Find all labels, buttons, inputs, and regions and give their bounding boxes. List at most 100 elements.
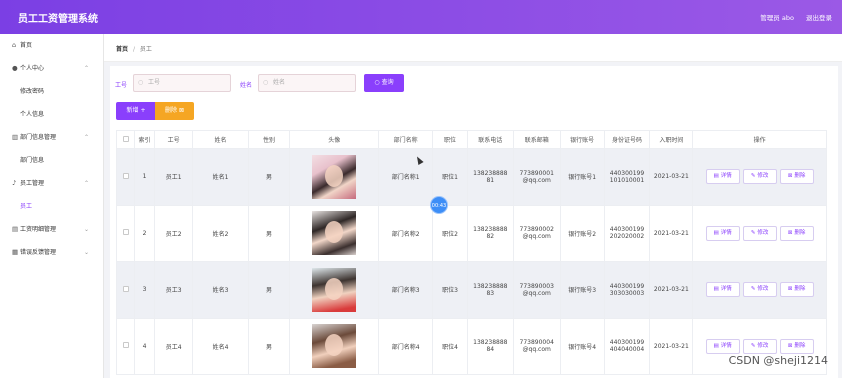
user-icon: ● [12,64,18,72]
column-header: 部门名称 [378,130,434,149]
email-cell-line1: 773890001 [519,169,554,177]
detail-button[interactable]: ▤ 详情 [705,338,740,354]
sidebar-item-1[interactable]: ● 个人中心 ⌃ [0,57,103,80]
phone-cell-line2: 82 [486,233,495,241]
row-checkbox[interactable] [122,342,129,349]
edit-button[interactable]: ✎ 修改 [742,225,777,241]
email-cell: 773890003 @qq.com [512,261,561,319]
trash-icon: ⊠ [787,342,793,349]
sidebar-item-5[interactable]: 部门信息 [0,149,103,172]
trash-icon: ⊠ [787,229,793,236]
sidebar-item-9[interactable]: ▦ 错误反馈管理 ⌄ [0,241,103,264]
sidebar-item-4[interactable]: ▥ 部门信息管理 ⌃ [0,126,103,149]
edit-button-label: 修改 [757,286,769,293]
detail-button-label: 详情 [720,286,732,293]
sidebar-item-label: 个人中心 [20,65,45,72]
avatar[interactable] [312,154,357,199]
chart-icon: ▥ [12,133,19,141]
sidebar-item-3[interactable]: 个人信息 [0,103,103,126]
delete-row-button[interactable]: ⊠ 删除 [779,169,814,185]
email-cell: 773890004 @qq.com [512,317,561,375]
detail-icon: ▤ [713,286,719,293]
delete-row-button[interactable]: ⊠ 删除 [779,282,814,298]
row-checkbox[interactable] [122,285,129,292]
index-cell: 1 [134,148,155,206]
email-cell-line2: @qq.com [522,289,551,297]
edit-button[interactable]: ✎ 修改 [742,169,777,185]
employee-table: 索引 工号 姓名 性别 头像 部门名称 职位 联系电话 联系邮箱 银行账号 身份证号码 入职时间 操作 … [115,130,827,375]
name-search-input[interactable]: ○ 姓名 [258,74,356,92]
row-select-cell[interactable] [115,261,136,319]
row-checkbox[interactable] [122,229,129,236]
detail-button-label: 详情 [720,173,732,180]
id-card-line2: 303030003 [609,289,645,297]
avatar[interactable] [312,211,357,256]
breadcrumb-home[interactable]: 首页 [116,46,128,53]
edit-icon: ✎ [750,286,756,293]
query-button[interactable]: ○ 查询 [364,74,404,92]
email-cell-line2: @qq.com [522,176,551,184]
sidebar-item-label: 错误反馈管理 [20,249,57,256]
id-search-input[interactable]: ○ 工号 [133,74,231,92]
phone-cell-line1: 138238888 [473,226,508,234]
actions-cell: ▤ 详情 ✎ 修改 ⊠ 删除 [692,261,827,319]
detail-button[interactable]: ▤ 详情 [705,282,740,298]
detail-button[interactable]: ▤ 详情 [705,169,740,185]
delete-button[interactable]: 删除 ⊠ [155,102,194,120]
sidebar-item-8[interactable]: ▤ 工资明细管理 ⌄ [0,218,103,241]
header-right: 管理员 abo 退出登录 [750,12,832,22]
search-icon: ○ [263,79,269,86]
row-select-cell[interactable] [115,204,136,262]
employee-name-cell: 姓名4 [192,317,249,375]
sidebar-item-7[interactable]: 员工 [0,195,103,218]
sidebar-item-2[interactable]: 修改密码 [0,80,103,103]
column-header: 索引 [134,130,155,149]
row-checkbox[interactable] [122,172,129,179]
position-cell: 职位4 [432,317,468,375]
bank-account-cell: 银行账号3 [559,261,605,319]
avatar[interactable] [312,267,357,312]
department-cell: 部门名称4 [378,317,434,375]
edit-button-label: 修改 [757,342,769,349]
delete-row-button[interactable]: ⊠ 删除 [779,225,814,241]
chevron-up-icon: ⌃ [83,65,89,72]
edit-button[interactable]: ✎ 修改 [742,338,777,354]
column-header: 联系邮箱 [512,130,561,149]
chevron-down-icon: ⌄ [83,249,89,256]
id-card-line2: 101010001 [609,176,645,184]
add-button[interactable]: 新增 + [116,102,156,120]
row-select-cell[interactable] [115,148,136,206]
table-row: 3 员工3 姓名3 男部门名称3 职位3 138238888 83 773890003 @qq.… [115,261,827,319]
recording-badge: 00:43 [430,196,448,214]
column-header: 性别 [247,130,291,149]
sidebar-item-6[interactable]: ♪ 员工管理 ⌃ [0,172,103,195]
logout-link[interactable]: 退出登录 [806,14,832,22]
chevron-up-icon: ⌃ [83,180,89,187]
column-header: 头像 [289,130,380,149]
row-select-cell[interactable] [115,317,136,375]
avatar-cell [289,204,380,262]
column-header: 身份证号码 [603,130,651,149]
app-title: 员工工资管理系统 [18,14,98,25]
actions-cell: ▤ 详情 ✎ 修改 ⊠ 删除 [692,148,827,206]
phone-cell: 138238888 82 [466,204,514,262]
sidebar-item-label: 部门信息 [20,157,45,164]
column-header: 联系电话 [466,130,514,149]
avatar[interactable] [312,324,357,369]
sidebar-item-0[interactable]: ⌂ 首页 [0,34,103,57]
table-row: 2 员工2 姓名2 男部门名称2 职位2 138238888 82 773890002 @qq.… [115,204,827,262]
select-all-checkbox[interactable] [122,135,129,142]
index-cell: 4 [134,317,155,375]
hire-date-cell: 2021-03-21 [649,204,694,262]
delete-row-button-label: 删除 [794,286,806,293]
edit-button[interactable]: ✎ 修改 [742,282,777,298]
detail-button[interactable]: ▤ 详情 [705,225,740,241]
index-cell: 3 [134,261,155,319]
select-all-header[interactable] [115,130,136,149]
id-card-cell: 440300199 404040004 [603,317,651,375]
gender-cell: 男 [247,261,291,319]
detail-button-label: 详情 [720,342,732,349]
sidebar-item-label: 首页 [20,42,33,49]
phone-cell-line1: 138238888 [473,339,508,347]
delete-row-button[interactable]: ⊠ 删除 [779,338,814,354]
